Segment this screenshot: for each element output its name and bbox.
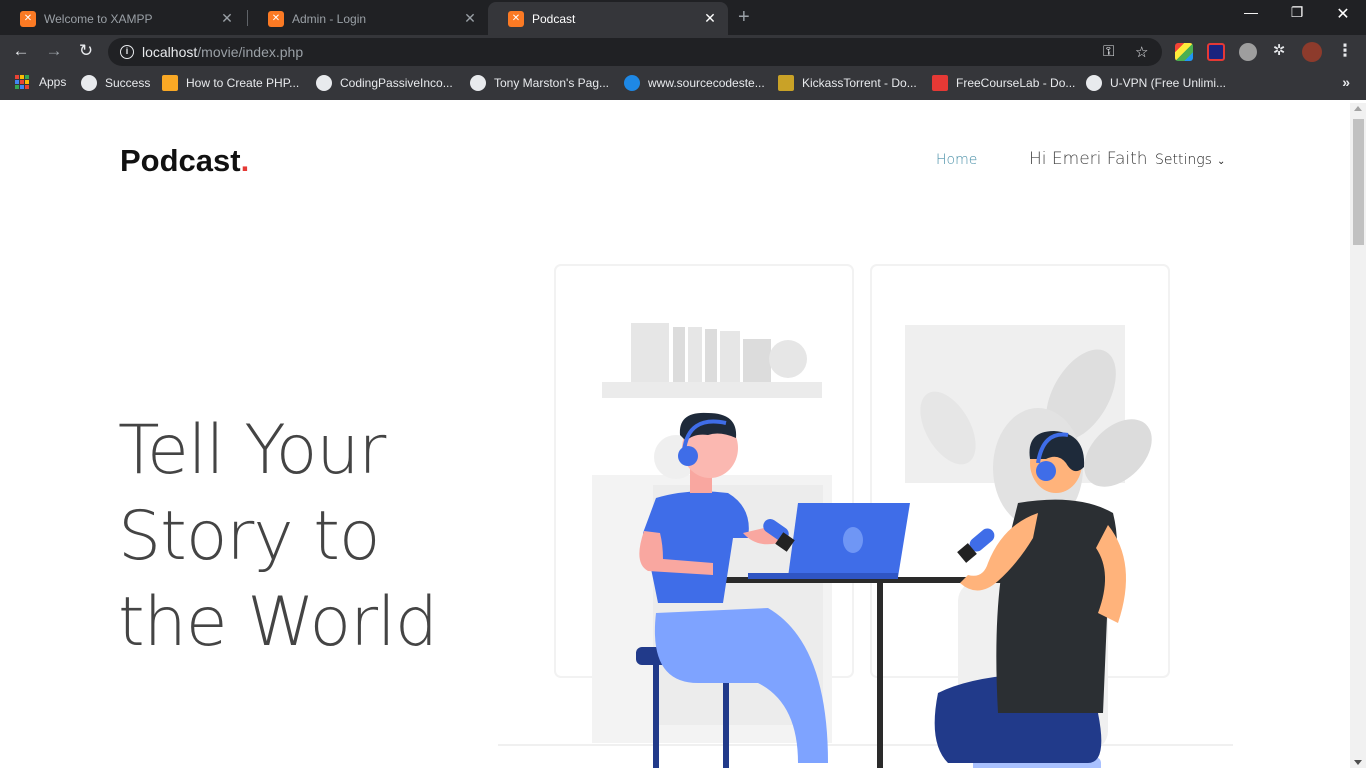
book (688, 327, 702, 382)
bookmark-label: Success (105, 76, 151, 90)
new-tab-button[interactable]: + (738, 6, 750, 29)
table-leg (877, 583, 883, 768)
site-logo[interactable]: Podcast. (120, 143, 249, 179)
close-icon[interactable]: ✕ (219, 10, 235, 27)
bookmark-tony[interactable]: Tony Marston's Pag... (470, 75, 609, 91)
avatar[interactable] (1302, 42, 1322, 62)
book (720, 331, 740, 382)
bookmark-label: KickassTorrent - Do... (802, 76, 917, 90)
bookmark-coding[interactable]: CodingPassiveInco... (316, 75, 453, 91)
key-icon[interactable]: ⚿ (1103, 43, 1114, 60)
drupal-icon (624, 75, 640, 91)
laptop-base (748, 573, 898, 579)
bookmark-label: U-VPN (Free Unlimi... (1110, 76, 1227, 90)
hero-line: Tell Your (118, 411, 386, 490)
globe-icon (316, 75, 332, 91)
bookmark-sourcecode[interactable]: www.sourcecodeste... (624, 75, 765, 91)
scroll-thumb[interactable] (1353, 119, 1364, 245)
xampp-icon: ✕ (268, 10, 284, 27)
chevron-double-right-icon[interactable]: » (1342, 74, 1350, 90)
book (631, 323, 669, 382)
chevron-down-icon: ⌄ (1216, 156, 1226, 167)
bookmark-apps[interactable]: Apps (15, 75, 66, 89)
url-text: localhost/movie/index.php (142, 44, 304, 60)
tab-title: Admin - Login (292, 11, 367, 26)
xampp-icon: ✕ (20, 10, 36, 27)
star-icon[interactable]: ☆ (1135, 43, 1148, 61)
scroll-up-arrow-icon[interactable] (1354, 106, 1362, 111)
book (673, 327, 685, 382)
hero-heading: Tell Your Story to the World (118, 408, 538, 666)
bookmark-label: How to Create PHP... (186, 76, 300, 90)
close-icon[interactable]: ✕ (702, 10, 718, 27)
tab-title: Podcast (532, 11, 576, 26)
globe-deco (769, 340, 807, 378)
maximize-button[interactable]: ❐ (1277, 4, 1317, 21)
globe-icon (470, 75, 486, 91)
bookmark-label: Tony Marston's Pag... (494, 76, 610, 90)
close-icon[interactable]: ✕ (462, 10, 478, 27)
laptop-logo (843, 527, 863, 553)
kickass-icon (778, 75, 794, 91)
apps-grid-icon (15, 75, 29, 89)
tab-podcast[interactable]: ✕ Podcast ✕ (488, 2, 728, 35)
reload-button[interactable]: ↻ (75, 41, 97, 63)
address-bar[interactable]: i localhost/movie/index.php ⚿ ☆ (108, 38, 1162, 66)
menu-icon[interactable]: ⋮ (1334, 41, 1356, 63)
globe-icon (1086, 75, 1102, 91)
user-greeting: Hi Emeri Faith (1029, 149, 1148, 169)
hero-line: Story to (118, 497, 381, 576)
scroll-down-arrow-icon[interactable] (1354, 760, 1362, 765)
xampp-icon: ✕ (508, 10, 524, 27)
page-content: Podcast. Home Hi Emeri Faith Settings ⌄ T… (0, 103, 1350, 768)
extension-compass-icon[interactable] (1239, 43, 1257, 61)
headphone-icon (1036, 461, 1056, 481)
bookmark-uvpn[interactable]: U-VPN (Free Unlimi... (1086, 75, 1226, 91)
hero-line: the World (118, 583, 438, 662)
extension-palette-icon[interactable] (1175, 43, 1193, 61)
tab-title: Welcome to XAMPP (44, 11, 153, 26)
extension-video-icon[interactable] (1207, 43, 1225, 61)
globe-icon (81, 75, 97, 91)
nav-home-link[interactable]: Home (936, 152, 977, 168)
bookmark-label: www.sourcecodeste... (648, 76, 765, 90)
p-badge-icon (162, 75, 178, 91)
forward-button[interactable]: → (43, 41, 65, 63)
back-button[interactable]: ← (10, 41, 32, 63)
bookmark-freecourselab[interactable]: FreeCourseLab - Do... (932, 75, 1075, 91)
puzzle-icon[interactable]: ✲ (1268, 41, 1290, 63)
tab-xampp[interactable]: ✕ Welcome to XAMPP ✕ (0, 2, 245, 35)
book (705, 329, 717, 382)
book-icon (932, 75, 948, 91)
shelf (602, 382, 822, 398)
info-icon[interactable]: i (120, 45, 134, 59)
bookmark-php[interactable]: How to Create PHP... (162, 75, 299, 91)
bookmark-label: Apps (39, 75, 67, 89)
book (743, 339, 771, 382)
browser-toolbar: ← → ↻ i localhost/movie/index.php ⚿ ☆ ✲ … (0, 35, 1366, 68)
tab-strip: ✕ Welcome to XAMPP ✕ ✕ Admin - Login ✕ ✕… (0, 0, 1366, 35)
stool-leg (653, 665, 659, 768)
headphone-icon (678, 446, 698, 466)
window-close-button[interactable]: ✕ (1323, 4, 1363, 24)
bookmark-label: CodingPassiveInco... (340, 76, 453, 90)
settings-dropdown[interactable]: Settings ⌄ (1155, 152, 1225, 168)
page-scrollbar[interactable] (1350, 103, 1366, 768)
bookmarks-bar: Apps Success How to Create PHP... Coding… (0, 68, 1366, 100)
bookmark-success[interactable]: Success (81, 75, 150, 91)
bookmark-kickass[interactable]: KickassTorrent - Do... (778, 75, 917, 91)
podcast-illustration (498, 264, 1233, 768)
bookmark-label: FreeCourseLab - Do... (956, 76, 1076, 90)
minimize-button[interactable]: — (1231, 4, 1271, 20)
tab-admin-login[interactable]: ✕ Admin - Login ✕ (248, 2, 488, 35)
